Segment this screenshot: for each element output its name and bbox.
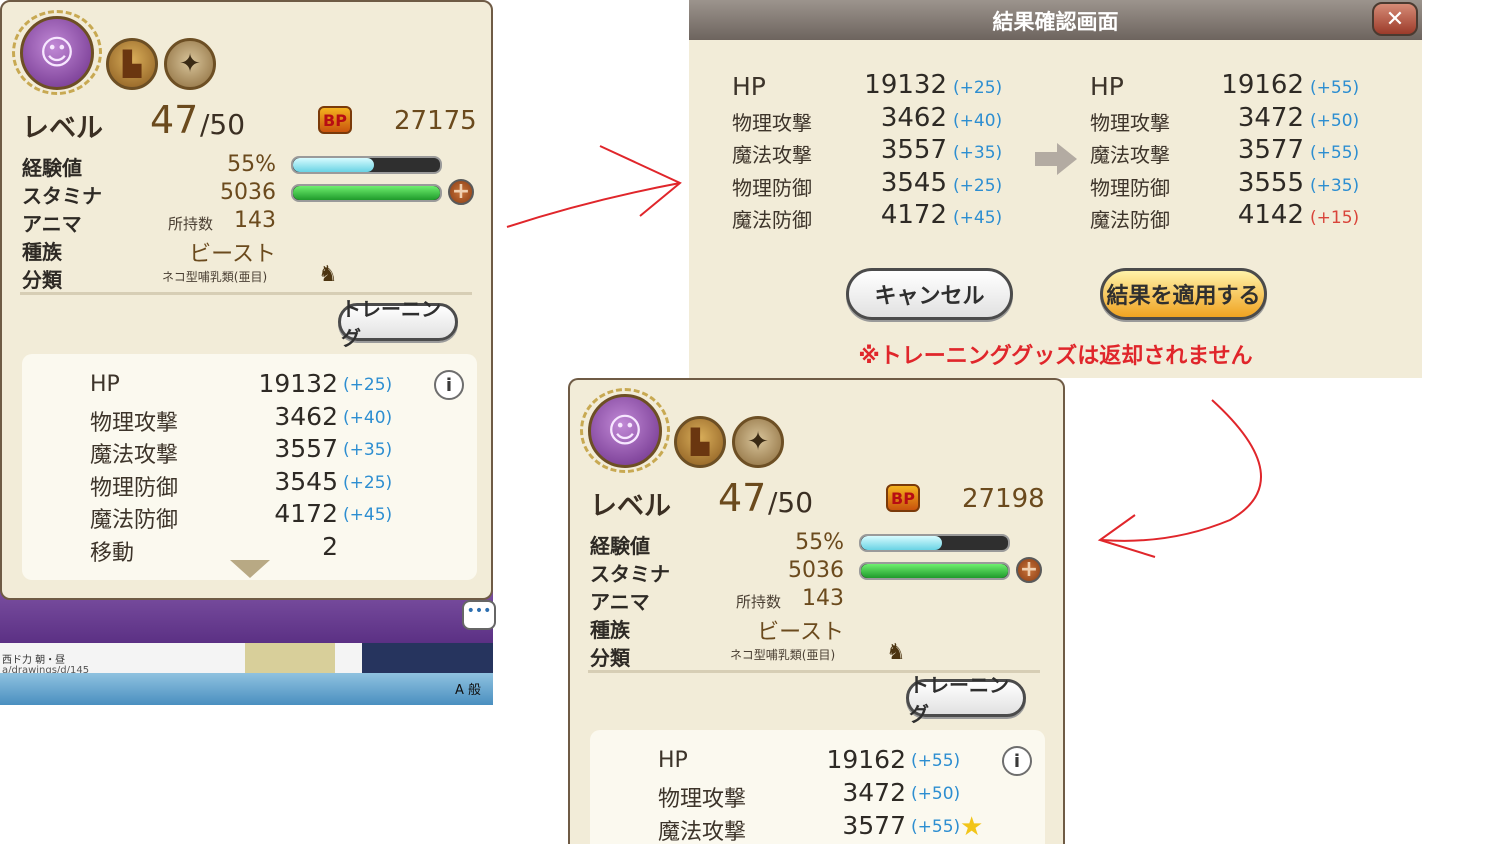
annotation-arrowhead-right bbox=[599, 145, 682, 217]
annotation-arrow-curve bbox=[1101, 399, 1262, 542]
annotation-arrows bbox=[506, 145, 1262, 558]
annotation-arrowhead-curve bbox=[1097, 514, 1156, 558]
